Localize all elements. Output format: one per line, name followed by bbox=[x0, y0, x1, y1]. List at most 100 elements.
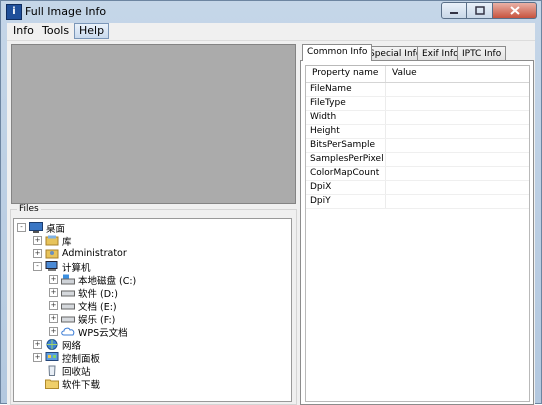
property-name-cell: FileName bbox=[310, 84, 352, 94]
tree-item-drive-c[interactable]: + 本地磁盘 (C:) bbox=[49, 273, 137, 287]
window-title: Full Image Info bbox=[25, 5, 107, 18]
local-disk-icon bbox=[61, 274, 75, 285]
expand-icon[interactable]: + bbox=[33, 353, 42, 362]
tree-item-network[interactable]: + 网络 bbox=[33, 338, 82, 352]
network-icon bbox=[46, 339, 58, 350]
tree-item-label: 本地磁盘 (C:) bbox=[78, 275, 137, 287]
collapse-icon[interactable]: - bbox=[17, 223, 26, 232]
expand-icon[interactable]: + bbox=[49, 301, 58, 310]
collapse-icon[interactable]: - bbox=[33, 262, 42, 271]
drive-icon bbox=[61, 316, 75, 323]
cell-divider bbox=[385, 97, 386, 110]
cloud-icon bbox=[61, 327, 75, 336]
grid-row[interactable]: DpiY bbox=[306, 195, 529, 209]
tree-item-wps-cloud[interactable]: + WPS云文档 bbox=[49, 325, 128, 339]
maximize-button[interactable] bbox=[467, 2, 493, 19]
tree-item-library[interactable]: + 库 bbox=[33, 234, 72, 248]
tree-item-drive-e[interactable]: + 文档 (E:) bbox=[49, 299, 117, 313]
property-name-cell: DpiX bbox=[310, 182, 332, 192]
grid-row[interactable]: Width bbox=[306, 111, 529, 125]
library-icon bbox=[45, 235, 59, 246]
tree-item-label: 桌面 bbox=[46, 223, 66, 235]
minimize-icon bbox=[450, 11, 458, 14]
expand-icon[interactable]: + bbox=[49, 275, 58, 284]
drive-icon bbox=[61, 290, 75, 297]
expand-icon[interactable]: + bbox=[33, 236, 42, 245]
header-value[interactable]: Value bbox=[392, 68, 417, 78]
expand-icon[interactable]: + bbox=[33, 249, 42, 258]
grid-row[interactable]: FileName bbox=[306, 83, 529, 97]
maximize-icon bbox=[474, 6, 485, 15]
expand-icon[interactable]: + bbox=[33, 340, 42, 349]
property-name-cell: FileType bbox=[310, 98, 346, 108]
tree-item-downloads[interactable]: 软件下载 bbox=[33, 377, 101, 391]
computer-icon bbox=[45, 261, 58, 271]
expand-icon[interactable]: + bbox=[49, 327, 58, 336]
drive-icon bbox=[61, 303, 75, 310]
tree-item-label: 控制面板 bbox=[62, 353, 101, 365]
folder-tree[interactable]: - 桌面 + 库 + Administrator - 计算机 + 本地磁盘 (C… bbox=[13, 218, 292, 402]
cell-divider bbox=[385, 181, 386, 194]
grid-row[interactable]: FileType bbox=[306, 97, 529, 111]
property-name-cell: SamplesPerPixel bbox=[310, 154, 384, 164]
cell-divider bbox=[385, 167, 386, 180]
tree-item-recycle-bin[interactable]: 回收站 bbox=[33, 364, 91, 378]
title-bar[interactable]: i Full Image Info bbox=[1, 1, 541, 23]
main-area: Files - 桌面 + 库 + Administrator - 计算机 + 本… bbox=[7, 41, 535, 405]
header-divider[interactable] bbox=[385, 66, 386, 82]
menu-info[interactable]: Info bbox=[9, 24, 38, 38]
tab-panel: Property name Value FileName FileType Wi… bbox=[300, 60, 534, 405]
image-preview bbox=[11, 44, 296, 204]
cell-divider bbox=[385, 111, 386, 124]
menu-bar: Info Tools Help bbox=[7, 23, 535, 41]
tree-item-computer[interactable]: - 计算机 bbox=[33, 260, 91, 274]
property-name-cell: BitsPerSample bbox=[310, 140, 375, 150]
user-folder-icon bbox=[45, 249, 59, 259]
cell-divider bbox=[385, 195, 386, 208]
expand-icon[interactable]: + bbox=[49, 314, 58, 323]
folder-icon bbox=[45, 379, 59, 389]
menu-tools[interactable]: Tools bbox=[38, 24, 73, 38]
property-name-cell: ColorMapCount bbox=[310, 168, 380, 178]
close-icon bbox=[509, 6, 520, 15]
tree-item-control-panel[interactable]: + 控制面板 bbox=[33, 351, 101, 365]
minimize-button[interactable] bbox=[441, 2, 467, 19]
tree-item-drive-f[interactable]: + 娱乐 (F:) bbox=[49, 312, 116, 326]
tree-item-label: 娱乐 (F:) bbox=[78, 314, 116, 326]
tree-item-label: 回收站 bbox=[62, 366, 91, 378]
info-app-icon: i bbox=[6, 4, 22, 20]
property-name-cell: Height bbox=[310, 126, 340, 136]
property-grid[interactable]: Property name Value FileName FileType Wi… bbox=[305, 65, 530, 402]
tab-common-info[interactable]: Common Info bbox=[302, 44, 373, 61]
menu-help[interactable]: Help bbox=[74, 23, 110, 39]
cell-divider bbox=[385, 125, 386, 138]
files-group: Files - 桌面 + 库 + Administrator - 计算机 + 本… bbox=[10, 204, 297, 405]
tree-item-administrator[interactable]: + Administrator bbox=[33, 247, 127, 260]
tree-item-label: 网络 bbox=[62, 340, 82, 352]
info-tabs: Common Info Special Info Exif Info IPTC … bbox=[300, 44, 534, 61]
expand-icon[interactable]: + bbox=[49, 288, 58, 297]
grid-row[interactable]: BitsPerSample bbox=[306, 139, 529, 153]
tree-item-label: 库 bbox=[62, 236, 72, 248]
tree-item-desktop[interactable]: - 桌面 bbox=[17, 221, 66, 235]
app-window: i Full Image Info Info Tools Help Files bbox=[0, 0, 542, 405]
desktop-icon bbox=[29, 222, 43, 233]
tree-item-drive-d[interactable]: + 软件 (D:) bbox=[49, 286, 118, 300]
close-button[interactable] bbox=[493, 2, 537, 19]
grid-row[interactable]: DpiX bbox=[306, 181, 529, 195]
tree-item-label: 软件 (D:) bbox=[78, 288, 118, 300]
control-panel-icon bbox=[45, 352, 59, 361]
grid-row[interactable]: SamplesPerPixel bbox=[306, 153, 529, 167]
header-property-name[interactable]: Property name bbox=[312, 68, 378, 78]
tree-item-label: WPS云文档 bbox=[78, 327, 128, 339]
tree-item-label: 软件下载 bbox=[62, 379, 101, 391]
cell-divider bbox=[385, 83, 386, 96]
tab-iptc-info[interactable]: IPTC Info bbox=[457, 46, 507, 61]
property-name-cell: Width bbox=[310, 112, 337, 122]
grid-row[interactable]: Height bbox=[306, 125, 529, 139]
files-legend: Files bbox=[17, 204, 41, 214]
grid-row[interactable]: ColorMapCount bbox=[306, 167, 529, 181]
cell-divider bbox=[385, 139, 386, 152]
